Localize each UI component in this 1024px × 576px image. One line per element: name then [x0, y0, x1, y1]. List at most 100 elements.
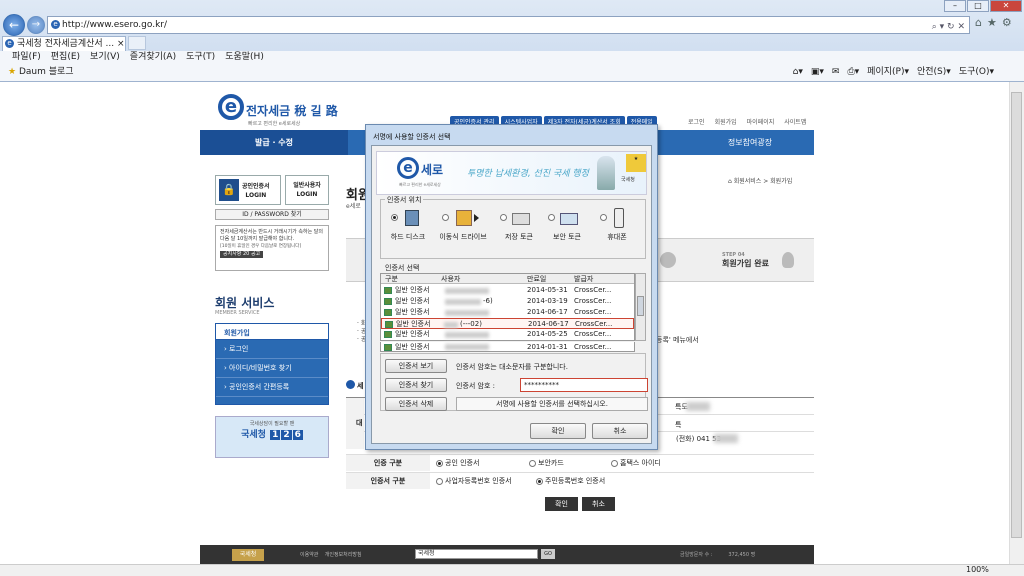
- cert-list-label: 인증서 선택: [385, 264, 420, 272]
- loc-label: 보안 토큰: [553, 233, 581, 241]
- new-tab-button[interactable]: [128, 36, 146, 50]
- col-expiry[interactable]: 만료일: [527, 274, 546, 284]
- back-button[interactable]: ←: [3, 14, 25, 36]
- opt-label: 사업자등록번호 인증서: [445, 477, 512, 485]
- cmd-page[interactable]: 페이지(P)▾: [867, 64, 909, 81]
- menu-view[interactable]: 보기(V): [90, 51, 120, 64]
- col-user[interactable]: 사용자: [441, 274, 460, 284]
- cert-view-button[interactable]: 인증서 보기: [385, 359, 447, 373]
- banner-sub: 빠르고 편리한 e세로세상: [399, 182, 441, 187]
- loc-phone[interactable]: 휴대폰: [595, 208, 639, 242]
- ie-favicon-icon: e: [51, 20, 60, 29]
- cert-type-business[interactable]: 사업자등록번호 인증서: [436, 473, 512, 489]
- print-icon[interactable]: ⎙▾: [847, 64, 859, 81]
- site-logo[interactable]: e 전자세금 稅 길 路 빠르고 편리한 e세로세상: [218, 94, 338, 130]
- side-menu-login[interactable]: › 로그인: [216, 340, 328, 359]
- cert-kind-row: 인증 구분 공인 인증서 보안카드 홈택스 아이디: [346, 454, 814, 471]
- security-token-icon: [560, 213, 578, 225]
- bulb-icon: [782, 252, 794, 268]
- fav-item[interactable]: Daum 블로그: [19, 67, 74, 77]
- cert-list[interactable]: 구분 사용자 만료일 발급자 일반 인증서 2014-05-31 CrossCer.…: [380, 273, 635, 341]
- footer-links[interactable]: 이용약관 개인정보처리방침: [300, 551, 362, 558]
- link-mypage[interactable]: 마이페이지: [747, 117, 775, 126]
- tax-call-banner[interactable]: 국세상담이 필요할 땐 국세청 126: [215, 416, 329, 458]
- link-login[interactable]: 로그인: [688, 117, 705, 126]
- cell-issuer: CrossCer...: [574, 297, 612, 305]
- cert-row[interactable]: 일반 인증서 2014-05-31 CrossCer...: [381, 285, 634, 296]
- address-bar[interactable]: e http://www.esero.go.kr/ ⌕ ▾ ↻ ✕: [47, 16, 970, 34]
- cert-row[interactable]: 일반 인증서 2014-05-25 CrossCer...: [381, 329, 634, 340]
- side-menu-find-id[interactable]: › 아이디/비밀번호 찾기: [216, 359, 328, 378]
- maximize-button[interactable]: □: [967, 0, 989, 12]
- link-join[interactable]: 회원가입: [715, 117, 737, 126]
- cell-type: 일반 인증서: [395, 330, 430, 338]
- loc-harddisk[interactable]: 하드 디스크: [384, 208, 432, 242]
- redacted-text: [445, 344, 489, 350]
- menu-favorites[interactable]: 즐겨찾기(A): [130, 51, 176, 64]
- tab-close-icon[interactable]: ×: [117, 39, 125, 49]
- cmd-safety[interactable]: 안전(S)▾: [917, 64, 951, 81]
- menu-edit[interactable]: 편집(E): [51, 51, 80, 64]
- col-type[interactable]: 구분: [385, 274, 398, 284]
- footer-site-select[interactable]: 국세청: [415, 549, 538, 559]
- cert-row-selected[interactable]: 일반 인증서 (---02) 2014-06-17 CrossCer...: [381, 318, 634, 329]
- loc-removable[interactable]: 이동식 드라이브: [435, 208, 491, 242]
- dialog-ok-button[interactable]: 확인: [530, 423, 586, 439]
- browser-tab[interactable]: e 국세청 전자세금계산서 ... ×: [2, 36, 126, 51]
- forward-button[interactable]: →: [27, 16, 45, 34]
- general-login-button[interactable]: 일반사용자 LOGIN: [285, 175, 329, 205]
- footer-go-button[interactable]: GO: [541, 549, 555, 559]
- dialog-cancel-button[interactable]: 취소: [592, 423, 648, 439]
- favorites-star-icon[interactable]: ★: [8, 67, 16, 77]
- search-refresh-icon[interactable]: ⌕ ▾ ↻ ✕: [932, 19, 965, 35]
- scroll-thumb[interactable]: [1011, 92, 1022, 538]
- cert-login-button[interactable]: 🔒 공인인증서 LOGIN: [215, 175, 281, 205]
- cert-row[interactable]: 일반 인증서 -6) 2014-03-19 CrossCer...: [381, 296, 634, 307]
- loc-security-token[interactable]: 보안 토큰: [545, 208, 589, 242]
- close-window-button[interactable]: ✕: [990, 0, 1022, 12]
- page-ok-button[interactable]: 확인: [545, 497, 578, 511]
- zoom-level[interactable]: 100%: [966, 565, 989, 574]
- side-menu-join[interactable]: 회원가입: [216, 324, 328, 340]
- side-menu-cert-register[interactable]: › 공인인증서 간편등록: [216, 378, 328, 397]
- cert-kind-public[interactable]: 공인 인증서: [436, 455, 479, 471]
- case-sensitive-note: 인증서 암호는 대소문자를 구분합니다.: [456, 363, 568, 371]
- page-cancel-button[interactable]: 취소: [582, 497, 615, 511]
- menu-help[interactable]: 도움말(H): [225, 51, 264, 64]
- home-icon[interactable]: ⌂▾: [793, 64, 803, 81]
- home-favorites-tools-icons[interactable]: ⌂★⚙: [975, 16, 1017, 29]
- radio-icon: [548, 214, 555, 221]
- tab-title: 국세청 전자세금계산서 ...: [17, 39, 115, 49]
- cmd-tools[interactable]: 도구(O)▾: [959, 64, 994, 81]
- cert-delete-button[interactable]: 인증서 삭제: [385, 397, 447, 411]
- nav-issue-modify[interactable]: 발급 · 수정: [200, 130, 348, 155]
- radio-icon: [611, 459, 618, 467]
- loc-storage-token[interactable]: 저장 토큰: [497, 208, 541, 242]
- radio-icon: [529, 459, 536, 467]
- cert-list-scroll-thumb[interactable]: [637, 296, 644, 316]
- feeds-icon[interactable]: ▣▾: [811, 64, 824, 81]
- cert-login-label: 공인인증서 LOGIN: [242, 183, 270, 199]
- cert-kind-securitycard[interactable]: 보안카드: [529, 455, 564, 471]
- menu-tools[interactable]: 도구(T): [186, 51, 215, 64]
- cert-find-button[interactable]: 인증서 찾기: [385, 378, 447, 392]
- id-password-find-button[interactable]: ID / PASSWORD 찾기: [215, 209, 329, 220]
- mail-icon[interactable]: ✉: [832, 64, 840, 81]
- cert-row[interactable]: 일반 인증서 2014-01-31 CrossCer...: [380, 342, 635, 352]
- minimize-button[interactable]: –: [944, 0, 966, 12]
- radio-icon: [436, 459, 443, 467]
- menu-file[interactable]: 파일(F): [12, 51, 41, 64]
- cert-type-resident[interactable]: 주민등록번호 인증서: [536, 473, 605, 489]
- redacted-text: [714, 434, 738, 443]
- cert-row[interactable]: 일반 인증서 2014-06-17 CrossCer...: [381, 307, 634, 318]
- link-sitemap[interactable]: 사이트맵: [784, 117, 806, 126]
- cert-password-input[interactable]: **********: [520, 378, 648, 392]
- notice-button[interactable]: 공지사항 20 공고: [220, 251, 264, 258]
- menu-note: 등록' 메뉴에서: [656, 336, 699, 344]
- breadcrumb: ⌂ 회원서비스 > 회원가입: [728, 176, 792, 185]
- col-issuer[interactable]: 발급자: [574, 274, 593, 284]
- nts-logo: ★: [626, 154, 646, 172]
- nav-info-plaza[interactable]: 정보참여광장: [700, 130, 800, 155]
- cert-kind-hometax[interactable]: 홈택스 아이디: [611, 455, 661, 471]
- banner-slogan: 투명한 납세환경, 선진 국세 행정: [467, 169, 589, 179]
